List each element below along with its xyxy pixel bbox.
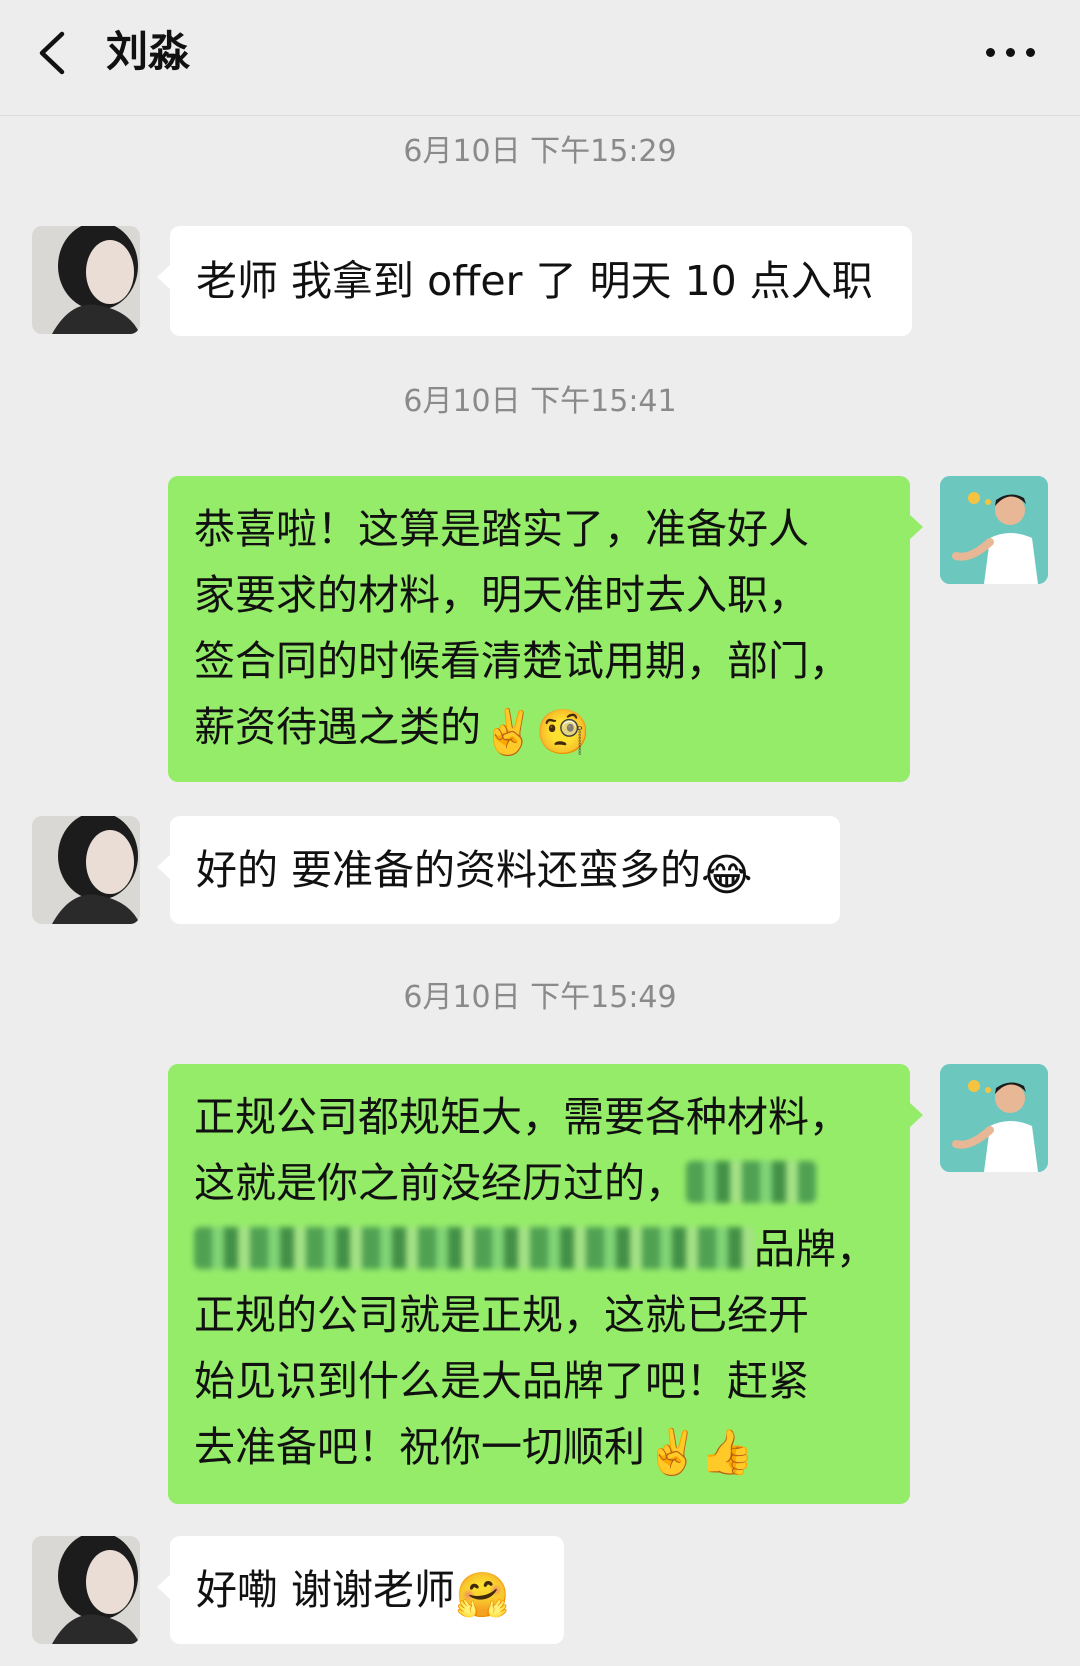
- message-line: 始见识到什么是大品牌了吧！赶紧: [194, 1357, 809, 1405]
- message-line: 品牌，: [194, 1216, 884, 1282]
- contact-avatar[interactable]: [32, 816, 140, 924]
- redacted-text: [686, 1161, 816, 1203]
- outgoing-message[interactable]: 恭喜啦！这算是踏实了，准备好人 家要求的材料，明天准时去入职， 签合同的时候看清…: [168, 476, 923, 782]
- message-line: 正规公司都规矩大，需要各种材料，: [194, 1093, 850, 1141]
- contact-avatar[interactable]: [32, 1536, 140, 1644]
- message-line: 签合同的时候看清楚试用期，部门，: [194, 637, 850, 685]
- monocle-face-icon: 🧐: [535, 707, 591, 758]
- chat-header: 刘淼: [0, 0, 1080, 116]
- user-avatar[interactable]: [940, 1064, 1048, 1172]
- message-line: 恭喜啦！这算是踏实了，准备好人: [194, 505, 809, 553]
- message-line: 去准备吧！祝你一切顺利✌️👍: [194, 1423, 755, 1478]
- message-text: 好嘞 谢谢老师: [196, 1566, 456, 1614]
- message-timestamp: 6月10日 下午15:29: [403, 134, 677, 169]
- redacted-text: [194, 1227, 754, 1269]
- thumbs-up-icon: 👍: [699, 1427, 755, 1478]
- victory-hand-icon: ✌️: [481, 707, 536, 758]
- message-text: 老师 我拿到 offer 了 明天 10 点入职: [196, 257, 873, 305]
- contact-avatar[interactable]: [32, 226, 140, 334]
- incoming-message[interactable]: 好的 要准备的资料还蛮多的😂: [157, 816, 840, 924]
- outgoing-message[interactable]: 正规公司都规矩大，需要各种材料， 这就是你之前没经历过的， 品牌， 正规的公司就…: [168, 1064, 923, 1504]
- back-button[interactable]: [34, 28, 74, 78]
- incoming-message[interactable]: 好嘞 谢谢老师🤗: [157, 1536, 564, 1644]
- message-text: 好的 要准备的资料还蛮多的: [196, 846, 702, 894]
- incoming-message[interactable]: 老师 我拿到 offer 了 明天 10 点入职: [157, 226, 912, 336]
- user-avatar[interactable]: [940, 476, 1048, 584]
- message-line: 家要求的材料，明天准时去入职，: [194, 571, 809, 619]
- message-line: 这就是你之前没经历过的，: [194, 1150, 884, 1216]
- ellipsis-icon: [986, 48, 995, 57]
- hugging-face-icon: 🤗: [455, 1570, 510, 1621]
- message-timestamp: 6月10日 下午15:41: [403, 384, 677, 419]
- more-button[interactable]: [982, 44, 1040, 60]
- message-timestamp: 6月10日 下午15:49: [403, 980, 677, 1015]
- chat-title: 刘淼: [106, 27, 191, 76]
- chevron-left-icon: [39, 31, 65, 75]
- message-line: 薪资待遇之类的✌️🧐: [194, 703, 591, 758]
- message-line: 正规的公司就是正规，这就已经开: [194, 1291, 809, 1339]
- laughing-tears-icon: 😂: [701, 850, 753, 901]
- victory-hand-icon: ✌️: [645, 1427, 700, 1478]
